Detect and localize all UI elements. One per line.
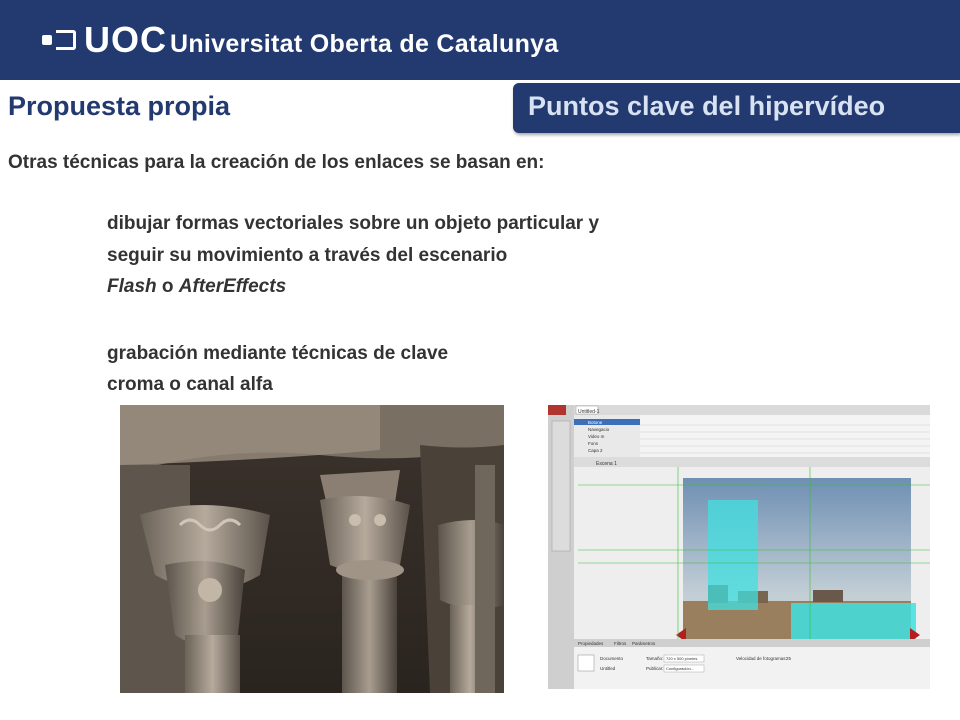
doc-type: Documento xyxy=(600,656,624,661)
connector-word: o xyxy=(156,276,179,297)
cloister-illustration xyxy=(120,405,504,693)
flash-doc-tab: Untitled-1 xyxy=(578,409,600,415)
flash-term: Flash xyxy=(107,276,157,297)
aftereffects-term: AfterEffects xyxy=(178,276,287,297)
layer-1: Botone xyxy=(588,420,603,425)
flash-screenshot: Untitled-1 Botone Navegacio Video m Fons… xyxy=(548,405,930,689)
fps-label: Velocidad de fotogramas: xyxy=(736,656,787,661)
uoc-logo-icon xyxy=(42,30,76,50)
slide-title: Propuesta propia xyxy=(8,91,231,121)
intro-text: Otras técnicas para la creación de los e… xyxy=(8,152,545,173)
layer-5: Capa 2 xyxy=(588,448,603,453)
flash-ui-illustration: Untitled-1 Botone Navegacio Video m Fons… xyxy=(548,405,930,689)
document-icon xyxy=(577,654,595,672)
publish-value: Configuración... xyxy=(666,666,694,671)
layer-3: Video m xyxy=(588,434,605,439)
publish-label: Publicar: xyxy=(646,666,664,671)
technique-1-line-2: seguir su movimiento a través del escena… xyxy=(107,245,508,266)
size-value: 720 x 500 píxeles xyxy=(666,656,697,661)
technique-2-line-2: croma o canal alfa xyxy=(107,374,273,395)
scene-label: Escena 1 xyxy=(596,461,617,467)
size-label: Tamaño: xyxy=(646,656,663,661)
doc-name: Untitled xyxy=(600,666,616,671)
logo-abbreviation: UOC xyxy=(84,19,167,60)
hotspot-vertical xyxy=(708,500,758,610)
section-tab-label: Puntos clave del hipervídeo xyxy=(528,91,886,121)
technique-1-line-3: Flash o AfterEffects xyxy=(107,271,286,302)
panel-tab-properties: Propiedades xyxy=(578,641,604,646)
layer-2: Navegacio xyxy=(588,427,610,432)
cloister-photo xyxy=(120,405,504,693)
header-bar: UOC Universitat Oberta de Catalunya xyxy=(0,0,960,80)
panel-tab-filters: Filtros xyxy=(614,641,627,646)
fps-value: 25 xyxy=(786,656,792,661)
technique-1-line-1: dibujar formas vectoriales sobre un obje… xyxy=(107,213,600,234)
layer-4: Fons xyxy=(588,441,599,446)
panel-tab-params: Parámetros xyxy=(632,641,656,646)
logo-university-name: Universitat Oberta de Catalunya xyxy=(170,30,559,58)
technique-2-line-1: grabación mediante técnicas de clave xyxy=(107,343,449,364)
